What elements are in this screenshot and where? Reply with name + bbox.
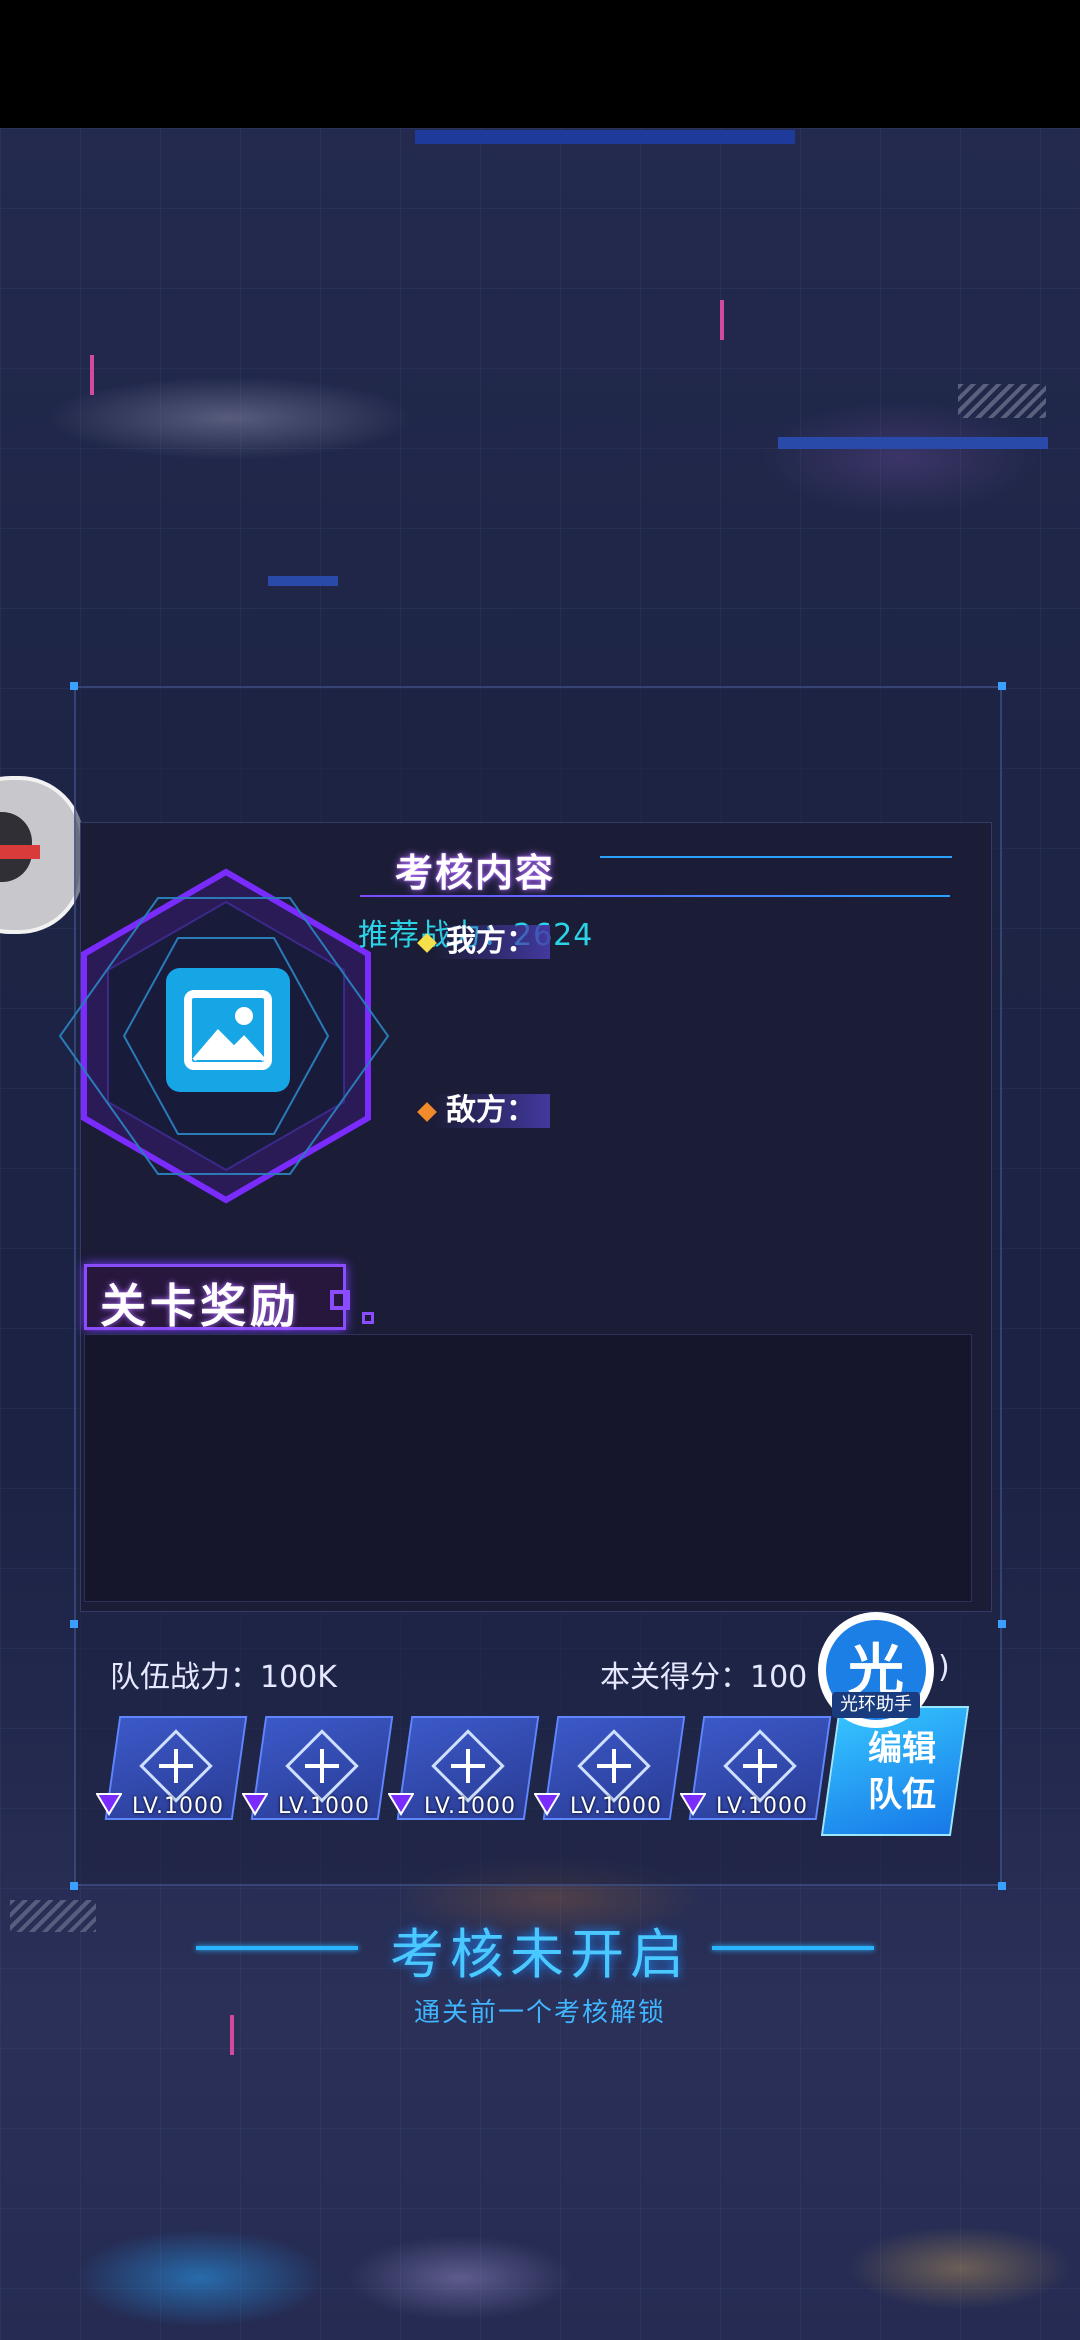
- corner-marker: [70, 1620, 78, 1628]
- rank-badge-icon: [96, 1793, 122, 1816]
- ours-label-text: 我方：: [446, 924, 536, 959]
- rank-badge-icon: [388, 1793, 414, 1816]
- accent-bar: [778, 437, 1048, 449]
- team-power: 队伍战力：100K: [110, 1660, 337, 1695]
- corner-marker: [998, 1620, 1006, 1628]
- accent-stripes: [958, 384, 1046, 418]
- slot-level: LV.1000: [424, 1794, 517, 1819]
- assessment-title: 考核内容: [395, 851, 556, 895]
- reward-list: [84, 1334, 972, 1602]
- assessment-locked-subtitle: 通关前一个考核解锁: [413, 1998, 666, 2028]
- pixel-decoration-icon: [330, 1290, 350, 1310]
- edit-team-label-line1: 编辑: [868, 1729, 936, 1769]
- title-accent-line: [600, 856, 952, 858]
- stage-score-trailing: ): [938, 1650, 950, 1685]
- ours-label: 我方：: [432, 925, 550, 959]
- accent-bar: [268, 576, 338, 586]
- accent-tick: [720, 300, 724, 340]
- slot-level: LV.1000: [132, 1794, 225, 1819]
- rank-badge-icon: [242, 1793, 268, 1816]
- avatar-scarf: [0, 845, 40, 859]
- enemy-label-text: 敌方：: [446, 1093, 536, 1128]
- stage-score: 本关得分：100: [600, 1660, 808, 1695]
- pixel-decoration-icon: [362, 1312, 374, 1324]
- plus-icon: [758, 1749, 762, 1783]
- corner-marker: [998, 1882, 1006, 1890]
- accent-bar: [415, 130, 795, 144]
- corner-marker: [70, 682, 78, 690]
- corner-marker: [998, 682, 1006, 690]
- slot-level: LV.1000: [716, 1794, 809, 1819]
- accent-tick: [90, 355, 94, 395]
- plus-icon: [466, 1749, 470, 1783]
- slot-level: LV.1000: [570, 1794, 663, 1819]
- helper-caption: 光环助手: [832, 1692, 920, 1718]
- rank-badge-icon: [534, 1793, 560, 1816]
- enemy-label: 敌方：: [432, 1094, 550, 1128]
- stage-reward-title: 关卡奖励: [100, 1279, 300, 1333]
- assessment-locked-title: 考核未开启: [390, 1923, 690, 1986]
- slot-level: LV.1000: [278, 1794, 371, 1819]
- plus-icon: [320, 1749, 324, 1783]
- edit-team-label-line2: 队伍: [868, 1775, 936, 1815]
- edit-team-label: 编辑 队伍: [852, 1726, 952, 1818]
- plus-icon: [612, 1749, 616, 1783]
- status-bar: [0, 0, 1080, 128]
- corner-marker: [70, 1882, 78, 1890]
- image-placeholder-icon: [166, 968, 290, 1092]
- plus-icon: [174, 1749, 178, 1783]
- rank-badge-icon: [680, 1793, 706, 1816]
